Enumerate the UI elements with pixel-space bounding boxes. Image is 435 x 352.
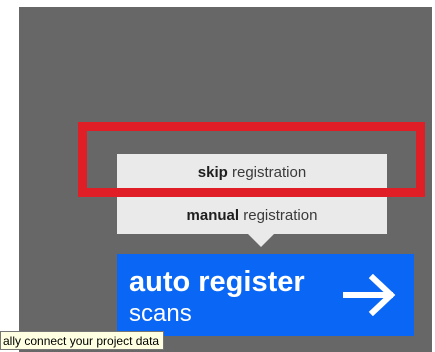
skip-option-keyword: skip — [197, 164, 228, 181]
skip-option-label: registration — [227, 164, 307, 181]
scans-label: scans — [129, 300, 192, 327]
tooltip: ally connect your project data — [0, 331, 165, 350]
manual-option-keyword: manual — [186, 207, 240, 224]
auto-register-scans-button[interactable]: auto register scans — [117, 254, 414, 336]
menu-pointer-arrow — [248, 234, 274, 247]
auto-register-label: auto register — [129, 266, 305, 298]
arrow-right-icon — [343, 274, 396, 316]
tooltip-text: ally connect your project data — [3, 334, 160, 348]
skip-registration-option[interactable]: skip registration — [117, 154, 387, 191]
manual-option-label: registration — [239, 207, 318, 224]
screenshot-stage: skip registration manual registration au… — [0, 0, 435, 352]
manual-registration-option[interactable]: manual registration — [117, 197, 387, 234]
